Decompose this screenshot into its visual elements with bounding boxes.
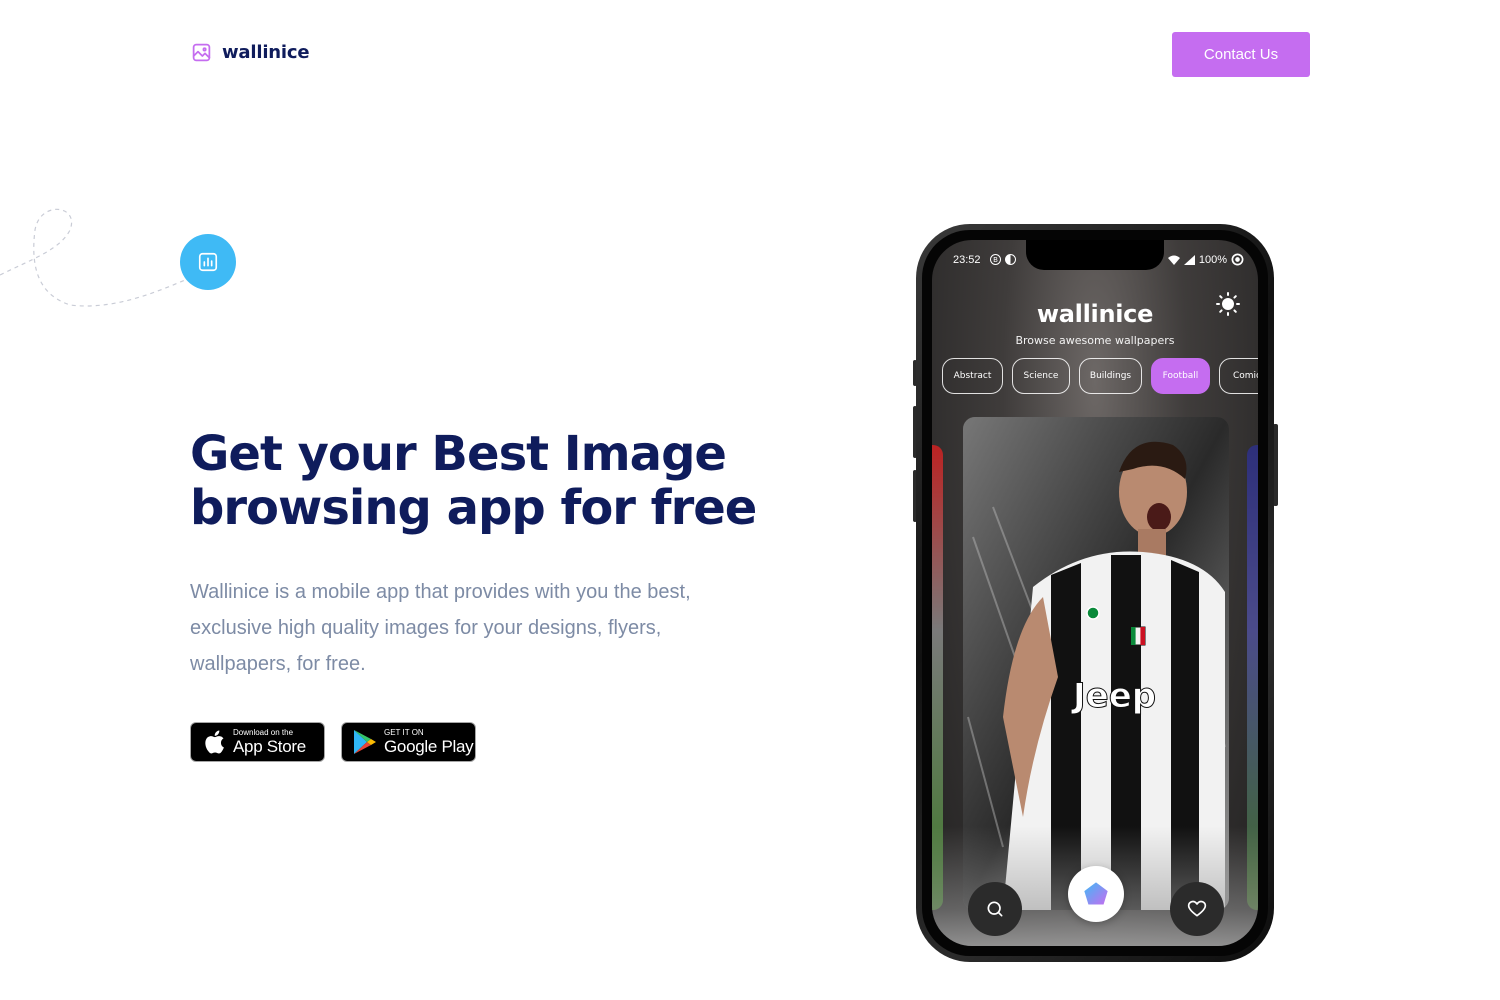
home-pentagon-icon xyxy=(1084,882,1108,905)
chip-football[interactable]: Football xyxy=(1151,358,1210,394)
hero-title: Get your Best Image browsing app for fre… xyxy=(190,427,790,535)
signal-icon xyxy=(1183,254,1195,265)
stats-bubble xyxy=(180,234,236,290)
google-play-badge[interactable]: GET IT ON Google Play xyxy=(341,722,476,762)
image-icon xyxy=(192,43,211,62)
sun-icon[interactable] xyxy=(1216,292,1240,316)
app-store-small-label: Download on the xyxy=(233,728,294,737)
status-notification-icons: B xyxy=(990,254,1016,265)
hero-description: Wallinice is a mobile app that provides … xyxy=(190,581,691,675)
brand-logo[interactable]: wallinice xyxy=(191,42,310,63)
contact-us-button[interactable]: Contact Us xyxy=(1172,32,1310,77)
google-play-icon xyxy=(350,729,380,755)
status-system-icons: 100% xyxy=(1167,253,1244,266)
battery-level: 100% xyxy=(1198,253,1227,266)
nav-favorites-button[interactable] xyxy=(1170,882,1224,936)
chip-abstract[interactable]: Abstract xyxy=(942,358,1003,394)
nav-search-button[interactable] xyxy=(968,882,1022,936)
battery-ring-icon xyxy=(1231,253,1244,266)
hero-title-line1: Get your Best Image xyxy=(190,426,727,482)
chip-comic[interactable]: Comic xyxy=(1219,358,1258,394)
phone-mockup: Jeep 23:52 B 100% wallinice Browse aweso… xyxy=(916,224,1274,962)
bar-chart-icon xyxy=(198,252,218,272)
app-store-label: App Store xyxy=(233,737,306,756)
google-play-label: Google Play xyxy=(384,737,474,756)
app-subtitle: Browse awesome wallpapers xyxy=(1015,334,1175,347)
notification-pie-icon xyxy=(1005,254,1016,265)
chip-buildings[interactable]: Buildings xyxy=(1079,358,1142,394)
category-chips: Abstract Science Buildings Football Comi… xyxy=(942,358,1258,394)
status-time: 23:52 xyxy=(953,254,981,266)
notification-b-icon: B xyxy=(990,254,1001,265)
search-icon xyxy=(987,901,1003,917)
jersey-sponsor-text: Jeep xyxy=(1071,676,1156,716)
phone-screen: Jeep 23:52 B 100% wallinice Browse aweso… xyxy=(932,240,1258,946)
phone-notch xyxy=(1026,240,1164,270)
app-title: wallinice xyxy=(1036,300,1154,328)
nav-home-button[interactable] xyxy=(1068,866,1124,922)
chip-science[interactable]: Science xyxy=(1012,358,1070,394)
wifi-icon xyxy=(1167,255,1180,265)
heart-icon xyxy=(1187,900,1207,917)
dashed-line-decoration xyxy=(0,208,186,307)
apple-icon xyxy=(199,729,229,755)
app-store-badge[interactable]: Download on the App Store xyxy=(190,722,325,762)
hero-title-line2: browsing app for free xyxy=(190,480,757,536)
google-play-small-label: GET IT ON xyxy=(384,728,424,737)
brand-name: wallinice xyxy=(222,42,310,63)
